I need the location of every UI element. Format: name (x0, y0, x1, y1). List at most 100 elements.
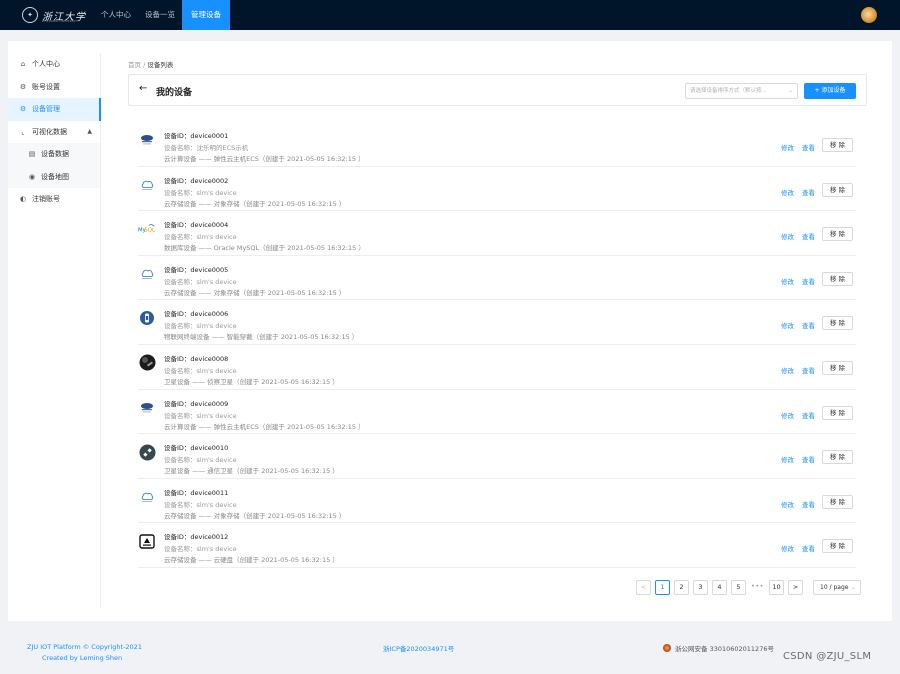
page-button-10[interactable]: 10 (769, 580, 784, 595)
remove-button[interactable]: 移 除 (822, 138, 853, 152)
remove-button[interactable]: 移 除 (822, 405, 853, 420)
device-description: 卫星设备 —— 侦察卫星（创建于 2021-05-05 16:32:15 ） (164, 377, 339, 386)
page-button-5[interactable]: 5 (731, 580, 746, 595)
breadcrumb-home[interactable]: 首页 (128, 61, 141, 69)
device-name: 设备名称：slm's device (164, 188, 237, 197)
view-link[interactable]: 查看 (802, 276, 815, 286)
edit-link[interactable]: 修改 (781, 142, 794, 152)
device-id: 设备ID：device0011 (164, 488, 229, 497)
sidebar-item-label: 设备数据 (41, 150, 69, 159)
view-link[interactable]: 查看 (802, 320, 815, 330)
sidebar-item-device-management[interactable]: ⚙ 设备管理 (8, 98, 101, 121)
page-size-select[interactable]: 10 / page ⌄ (813, 580, 861, 595)
nav-personal-center[interactable]: 个人中心 (94, 0, 138, 30)
page-button-1[interactable]: 1 (655, 580, 670, 595)
sidebar-item-label: 可视化数据 (32, 127, 67, 136)
remove-button[interactable]: 移 除 (822, 450, 853, 465)
footer-police-link[interactable]: 浙公网安备 33010602011276号 (663, 643, 774, 653)
edit-link[interactable]: 修改 (781, 276, 794, 286)
view-link[interactable]: 查看 (802, 410, 815, 420)
remove-button[interactable]: 移 除 (822, 360, 853, 375)
page-button-4[interactable]: 4 (712, 580, 727, 595)
chevron-up-icon: ▲ (87, 128, 92, 136)
device-row: 设备ID：device0012 设备名称：slm's device 云存储设备 … (138, 523, 856, 568)
page-button-2[interactable]: 2 (674, 580, 689, 595)
edit-link[interactable]: 修改 (781, 187, 794, 197)
device-name: 设备名称：slm's device (164, 322, 237, 331)
add-device-label: 添加设备 (821, 87, 846, 94)
cloud-server-icon (138, 399, 156, 417)
nav-manage-devices[interactable]: 管理设备 (182, 0, 230, 30)
page-size-value: 10 / page (820, 584, 849, 591)
edit-link[interactable]: 修改 (781, 410, 794, 420)
page-title: 我的设备 (156, 88, 193, 98)
device-name: 设备名称：slm's device (164, 545, 237, 554)
view-link[interactable]: 查看 (802, 231, 815, 241)
device-description: 云计算设备 —— 弹性云主机ECS（创建于 2021-05-05 16:32:1… (164, 422, 365, 431)
remove-button[interactable]: 移 除 (822, 271, 853, 286)
device-description: 云存储设备 —— 对象存储（创建于 2021-05-05 16:32:15 ） (164, 288, 346, 297)
prev-page-button[interactable]: < (636, 580, 651, 595)
device-id: 设备ID：device0010 (164, 444, 229, 453)
device-row: 设备ID：device0009 设备名称：slm's device 云计算设备 … (138, 390, 856, 435)
device-id: 设备ID：device0001 (164, 132, 229, 140)
page-button-3[interactable]: 3 (693, 580, 708, 595)
view-link[interactable]: 查看 (802, 365, 815, 375)
edit-link[interactable]: 修改 (781, 320, 794, 330)
remove-button[interactable]: 移 除 (822, 494, 853, 509)
device-name: 设备名称：slm's device (164, 366, 237, 375)
device-id: 设备ID：device0009 (164, 399, 229, 408)
next-page-button[interactable]: > (788, 580, 803, 595)
device-id: 设备ID：device0002 (164, 176, 229, 185)
sidebar-item-account-settings[interactable]: ⚙ 账号设置 (8, 76, 100, 99)
table-icon: ▤ (28, 150, 36, 159)
cloud-storage-icon (138, 265, 156, 283)
back-arrow-icon[interactable]: ← (139, 83, 147, 94)
mysql-icon: My SQL (138, 220, 156, 238)
page-ellipsis[interactable]: ••• (750, 580, 765, 595)
device-description: 云存储设备 —— 对象存储（创建于 2021-05-05 16:32:15 ） (164, 511, 346, 520)
view-link[interactable]: 查看 (802, 499, 815, 509)
breadcrumb-separator: / (143, 61, 146, 69)
edit-link[interactable]: 修改 (781, 543, 794, 553)
edit-link[interactable]: 修改 (781, 365, 794, 375)
device-name: 设备名称：slm's device (164, 456, 237, 465)
remove-button[interactable]: 移 除 (822, 182, 853, 197)
add-device-button[interactable]: + 添加设备 (804, 83, 856, 99)
sidebar-item-visualization[interactable]: ⌞ 可视化数据 ▲ (8, 121, 100, 144)
device-name: 设备名称：slm's device (164, 277, 237, 286)
sort-select[interactable]: 请选择设备排序方式（默认按... ⌄ (685, 83, 798, 99)
remove-button[interactable]: 移 除 (822, 316, 853, 331)
view-link[interactable]: 查看 (802, 142, 815, 152)
sidebar-item-label: 设备管理 (32, 105, 60, 114)
device-row: 设备ID：device0008 设备名称：slm's device 卫星设备 —… (138, 345, 856, 390)
view-link[interactable]: 查看 (802, 543, 815, 553)
device-id: 设备ID：device0012 (164, 533, 229, 542)
view-link[interactable]: 查看 (802, 187, 815, 197)
nav-device-overview[interactable]: 设备一览 (138, 0, 182, 30)
chevron-down-icon: ⌄ (850, 584, 856, 591)
sidebar-item-device-data[interactable]: ▤ 设备数据 (8, 143, 100, 166)
gear-icon: ⚙ (19, 82, 27, 91)
pagination: < 1 2 3 4 5 ••• 10 > 10 / page ⌄ (636, 580, 861, 595)
svg-text:SQL: SQL (144, 228, 155, 234)
plus-icon: + (814, 87, 820, 94)
sidebar-item-personal-center[interactable]: ⌂ 个人中心 (8, 53, 100, 76)
edit-link[interactable]: 修改 (781, 231, 794, 241)
footer-copyright: ZJU IOT Platform © Copyright-2021 (27, 643, 142, 651)
sidebar-item-logout[interactable]: ◐ 注销账号 (8, 188, 100, 211)
device-description: 数据库设备 —— Oracle MySQL（创建于 2021-05-05 16:… (164, 244, 365, 253)
view-link[interactable]: 查看 (802, 454, 815, 464)
sidebar-item-device-map[interactable]: ◉ 设备地图 (8, 165, 100, 188)
cloud-storage-icon (138, 488, 156, 506)
remove-button[interactable]: 移 除 (822, 227, 853, 242)
edit-link[interactable]: 修改 (781, 454, 794, 464)
device-row: 设备ID：device0002 设备名称：slm's device 云存储设备 … (138, 167, 856, 212)
remove-button[interactable]: 移 除 (822, 539, 853, 554)
university-logo[interactable]: ✦ 浙江大学 ZHEJIANG UNIVERSITY (22, 7, 94, 23)
user-avatar[interactable] (861, 7, 877, 23)
edit-link[interactable]: 修改 (781, 499, 794, 509)
home-icon: ⌂ (20, 60, 26, 69)
device-id: 设备ID：device0006 (164, 310, 229, 319)
footer-icp-link[interactable]: 浙ICP备2020034971号 (383, 643, 454, 653)
